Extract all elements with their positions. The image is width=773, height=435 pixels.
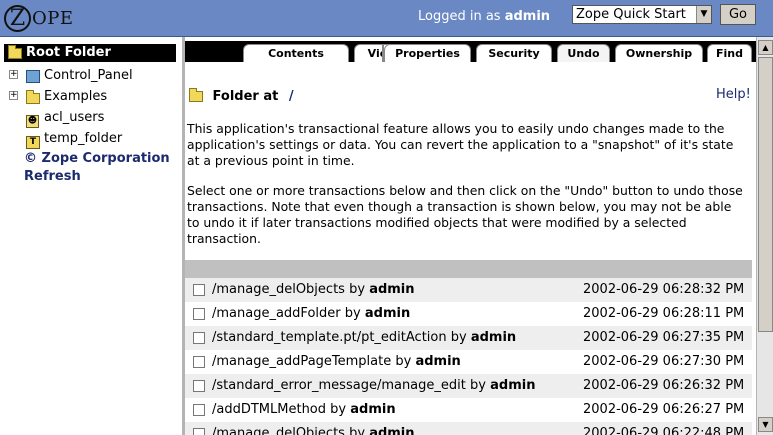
transaction-path: /addDTMLMethod xyxy=(212,402,327,417)
transaction-row: /addDTMLMethod by admin 2002-06-29 06:26:… xyxy=(185,398,752,422)
tree-item-label: acl_users xyxy=(44,110,105,125)
transaction-path: /manage_addFolder xyxy=(212,306,341,321)
transaction-path: /manage_addPageTemplate xyxy=(212,354,392,369)
quick-start-value: Zope Quick Start xyxy=(576,7,686,22)
tree-root-folder[interactable]: Root Folder xyxy=(4,44,176,62)
folder-path-link[interactable]: / xyxy=(289,89,294,104)
go-button[interactable]: Go xyxy=(720,4,756,25)
temp-folder-icon: T xyxy=(26,133,40,149)
transaction-path: /standard_template.pt/pt_editAction xyxy=(212,330,447,345)
transaction-checkbox[interactable] xyxy=(193,284,205,296)
tab-ownership[interactable]: Ownership xyxy=(615,44,703,62)
transaction-row: /standard_template.pt/pt_editAction by a… xyxy=(185,326,752,350)
expand-plus-icon[interactable]: + xyxy=(9,70,18,79)
tree-item-label: Control_Panel xyxy=(44,68,133,83)
transaction-by: by xyxy=(450,330,467,345)
zope-logo-mark: Z xyxy=(4,4,31,32)
transaction-by: by xyxy=(349,282,366,297)
quick-start-select[interactable]: Zope Quick Start ▼ xyxy=(572,5,712,24)
intro-paragraph: This application's transactional feature… xyxy=(187,121,734,168)
copyright-link[interactable]: © Zope Corporation xyxy=(24,151,170,166)
transaction-date: 2002-06-29 06:22:48 PM xyxy=(583,426,745,435)
logged-in-label: Logged in as xyxy=(418,9,501,24)
transaction-row: /standard_error_message/manage_edit by a… xyxy=(185,374,752,398)
tab-contents[interactable]: Contents xyxy=(243,44,349,62)
transaction-by: by xyxy=(344,306,361,321)
refresh-link[interactable]: Refresh xyxy=(24,169,81,184)
scroll-down-icon[interactable]: ▼ xyxy=(758,417,773,432)
help-link[interactable]: Help! xyxy=(716,87,751,102)
transaction-by: by xyxy=(395,354,412,369)
tree-item-label: Examples xyxy=(44,89,108,104)
transaction-row: /manage_delObjects by admin 2002-06-29 06… xyxy=(185,422,752,435)
transaction-description: /manage_delObjects by admin xyxy=(212,422,415,435)
transaction-description: /addDTMLMethod by admin xyxy=(212,398,396,422)
folder-icon xyxy=(189,88,203,102)
folder-location: Folder at / xyxy=(189,88,294,104)
tab-undo[interactable]: Undo xyxy=(557,44,610,62)
transaction-checkbox[interactable] xyxy=(193,428,205,435)
instructions-paragraph: Select one or more transactions below an… xyxy=(187,183,743,246)
transaction-user: admin xyxy=(415,354,461,369)
folder-icon xyxy=(26,90,40,106)
main-panel: Contents View Properties Security Undo O… xyxy=(185,37,756,435)
transactions-header xyxy=(185,260,752,279)
transaction-description: /standard_template.pt/pt_editAction by a… xyxy=(212,326,516,350)
tree-item-acl-users[interactable]: ☻ acl_users xyxy=(9,110,179,128)
transaction-checkbox[interactable] xyxy=(193,356,205,368)
tree-item-temp-folder[interactable]: T temp_folder xyxy=(9,131,179,149)
transaction-checkbox[interactable] xyxy=(193,380,205,392)
tree-root-label: Root Folder xyxy=(26,45,111,60)
transaction-user: admin xyxy=(364,306,411,321)
transaction-description: /standard_error_message/manage_edit by a… xyxy=(212,374,535,398)
transaction-row: /manage_addPageTemplate by admin 2002-06-… xyxy=(185,350,752,374)
transaction-description: /manage_delObjects by admin xyxy=(212,278,415,302)
transaction-path: /manage_delObjects xyxy=(212,282,345,297)
tab-find[interactable]: Find xyxy=(707,44,752,62)
zope-logo-text: OPE xyxy=(32,7,74,29)
transaction-user: admin xyxy=(350,402,396,417)
transaction-row: /manage_delObjects by admin 2002-06-29 06… xyxy=(185,278,752,302)
expand-plus-icon[interactable]: + xyxy=(9,91,18,100)
transaction-date: 2002-06-29 06:28:11 PM xyxy=(583,306,745,321)
transaction-date: 2002-06-29 06:26:32 PM xyxy=(583,378,745,393)
transaction-checkbox[interactable] xyxy=(193,308,205,320)
transaction-description: /manage_addFolder by admin xyxy=(212,302,410,326)
top-bar: Z OPE Logged in as admin Zope Quick Star… xyxy=(0,0,773,37)
user-folder-icon: ☻ xyxy=(26,115,39,128)
transaction-checkbox[interactable] xyxy=(193,404,205,416)
vertical-scrollbar[interactable]: ▲ ▼ xyxy=(756,37,773,435)
tree-item-label: temp_folder xyxy=(44,131,123,146)
transaction-user: admin xyxy=(369,282,415,297)
folder-icon xyxy=(8,45,22,59)
logged-in-user: admin xyxy=(504,9,551,24)
transaction-path: /manage_delObjects xyxy=(212,426,345,435)
navigation-tree: Root Folder + Control_Panel + Examples ☻… xyxy=(0,37,182,435)
transaction-by: by xyxy=(470,378,486,393)
transaction-by: by xyxy=(349,426,366,435)
dropdown-arrow-icon[interactable]: ▼ xyxy=(696,6,711,23)
tree-item-examples[interactable]: + Examples xyxy=(9,89,179,107)
transaction-description: /manage_addPageTemplate by admin xyxy=(212,350,461,374)
logged-in-status: Logged in as admin xyxy=(418,9,550,24)
transaction-by: by xyxy=(330,402,347,417)
transaction-checkbox[interactable] xyxy=(193,332,205,344)
tab-properties[interactable]: Properties xyxy=(384,44,471,62)
transaction-path: /standard_error_message/manage_edit xyxy=(212,378,466,393)
transaction-user: admin xyxy=(470,330,517,345)
scroll-thumb[interactable] xyxy=(758,57,773,332)
transaction-date: 2002-06-29 06:27:35 PM xyxy=(583,330,745,345)
transaction-user: admin xyxy=(369,426,415,435)
transaction-row: /manage_addFolder by admin 2002-06-29 06:… xyxy=(185,302,752,326)
tab-security[interactable]: Security xyxy=(476,44,552,62)
transaction-user: admin xyxy=(490,378,536,393)
control-panel-icon xyxy=(26,70,40,87)
transaction-date: 2002-06-29 06:26:27 PM xyxy=(583,402,745,417)
scroll-up-icon[interactable]: ▲ xyxy=(758,40,773,55)
transaction-date: 2002-06-29 06:27:30 PM xyxy=(583,354,745,369)
folder-at-label: Folder at xyxy=(212,89,279,104)
tree-item-control-panel[interactable]: + Control_Panel xyxy=(9,68,179,86)
zope-logo[interactable]: Z OPE xyxy=(4,3,74,33)
transaction-date: 2002-06-29 06:28:32 PM xyxy=(583,282,745,297)
